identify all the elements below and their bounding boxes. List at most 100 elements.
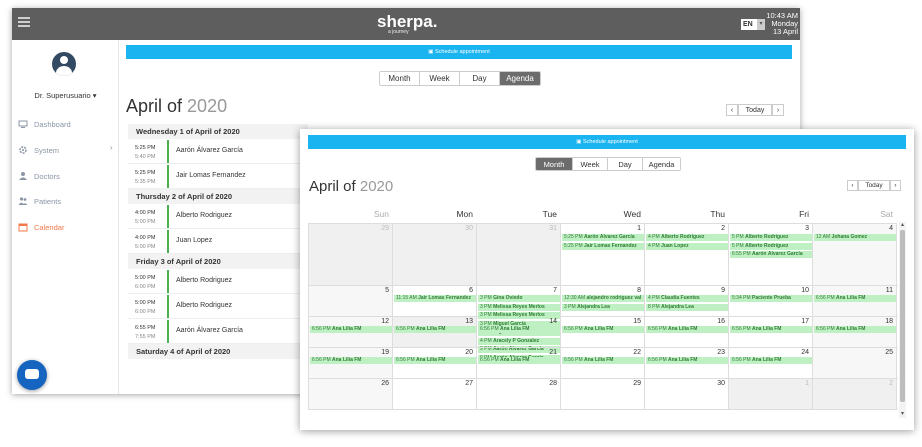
calendar-day-cell[interactable]: 5 [309, 286, 393, 316]
calendar-event[interactable]: 6:56 PM Ana Lilia FM [562, 326, 644, 333]
calendar-day-cell[interactable]: 16 6:56 PM Ana Lilia FM [645, 317, 729, 347]
view-agenda-button[interactable]: Agenda [643, 158, 680, 170]
day-number[interactable]: 3 [805, 225, 809, 232]
calendar-day-cell[interactable]: 25 [813, 348, 897, 378]
calendar-day-cell[interactable]: 15 6:56 PM Ana Lilia FM [561, 317, 645, 347]
day-number[interactable]: 30 [465, 225, 473, 232]
today-button[interactable]: Today [738, 104, 772, 116]
agenda-event[interactable]: 4:00 PM 5:00 PM Juan Lopez [128, 229, 308, 254]
schedule-appointment-button[interactable]: ▣ Schedule appointment [126, 45, 792, 59]
agenda-event[interactable]: 5:25 PM 5:35 PM Jair Lomas Fernandez [128, 164, 308, 189]
calendar-event[interactable]: 6:56 PM Ana Lilia FM [478, 326, 560, 333]
prev-button[interactable]: ‹ [726, 104, 738, 116]
calendar-event[interactable]: 12:30 AM alejandro rodriguez val [562, 295, 644, 302]
day-number[interactable]: 27 [465, 380, 473, 387]
calendar-day-cell[interactable]: 10 5:34 PM Paciente Prueba [729, 286, 813, 316]
day-number[interactable]: 11 [886, 287, 893, 294]
sidebar-item-system[interactable]: System › [18, 143, 119, 157]
calendar-event[interactable]: 6:56 PM Ana Lilia FM [478, 357, 560, 364]
calendar-day-cell[interactable]: 73 PM Gina Oviedo 3 PM Melissa Reyes Merl… [477, 286, 561, 362]
view-day-button[interactable]: Day [460, 72, 500, 85]
day-number[interactable]: 14 [549, 318, 557, 325]
view-month-button[interactable]: Month [380, 72, 420, 85]
day-number[interactable]: 5 [385, 287, 389, 294]
sidebar-item-dashboard[interactable]: Dashboard [18, 117, 71, 131]
day-number[interactable]: 19 [381, 349, 389, 356]
calendar-day-cell[interactable]: 30 [645, 379, 729, 409]
calendar-event[interactable]: 5 PM Alberto Rodriguez [730, 242, 812, 250]
day-number[interactable]: 29 [633, 380, 641, 387]
day-number[interactable]: 8 [637, 287, 641, 294]
agenda-event[interactable]: 4:00 PM 5:00 PM Alberto Rodriguez [128, 204, 308, 229]
calendar-event[interactable]: 4 PM Alberto Rodriguez [646, 234, 728, 241]
next-button[interactable]: › [772, 104, 784, 116]
day-number[interactable]: 31 [549, 225, 557, 232]
chat-bubble-icon[interactable] [17, 360, 47, 390]
calendar-event[interactable]: 6:56 PM Ana Lilia FM [646, 326, 728, 333]
calendar-day-cell[interactable]: 2 4 PM Alberto Rodriguez 4 PM Juan Lopez [645, 224, 729, 285]
next-button[interactable]: › [890, 180, 901, 191]
calendar-day-cell[interactable]: 31 [477, 224, 561, 285]
calendar-event[interactable]: 6:56 PM Ana Lilia FM [814, 326, 896, 333]
day-number[interactable]: 21 [549, 349, 557, 356]
calendar-day-cell[interactable]: 28 [477, 379, 561, 409]
day-number[interactable]: 7 [553, 287, 557, 294]
today-button[interactable]: Today [858, 180, 890, 191]
calendar-day-cell[interactable]: 13 6:56 PM Ana Lilia FM [393, 317, 477, 347]
calendar-event[interactable]: 6:56 PM Ana Lilia FM [394, 357, 476, 364]
calendar-day-cell[interactable]: 3 5 PM Alberto Rodriguez 5 PM Alberto Rodr… [729, 224, 813, 285]
sidebar-item-patients[interactable]: Patients [18, 194, 61, 208]
day-number[interactable]: 29 [381, 225, 389, 232]
calendar-event[interactable]: 6:56 PM Ana Lilia FM [562, 357, 644, 364]
day-number[interactable]: 10 [801, 287, 809, 294]
calendar-event[interactable]: 3 PM Gina Oviedo [478, 295, 560, 302]
agenda-event[interactable]: 5:25 PM 5:40 PM Aarón Álvarez García [128, 139, 308, 164]
calendar-day-cell[interactable]: 30 [393, 224, 477, 285]
scroll-down-icon[interactable]: ▾ [899, 411, 906, 418]
prev-button[interactable]: ‹ [847, 180, 858, 191]
calendar-day-cell[interactable]: 19 6:56 PM Ana Lilia FM [309, 348, 393, 378]
calendar-event[interactable]: 6:56 PM Ana Lilia FM [646, 357, 728, 364]
calendar-day-cell[interactable]: 1 [729, 379, 813, 409]
calendar-event[interactable]: 4 PM Juan Lopez [646, 242, 728, 250]
sidebar-item-doctors[interactable]: Doctors [18, 169, 60, 183]
day-number[interactable]: 20 [465, 349, 473, 356]
view-agenda-button[interactable]: Agenda [500, 72, 540, 85]
avatar[interactable] [52, 52, 76, 76]
day-number[interactable]: 24 [801, 349, 809, 356]
calendar-day-cell[interactable]: 27 [393, 379, 477, 409]
calendar-event[interactable]: 5 PM Alberto Rodriguez [730, 234, 812, 241]
day-number[interactable]: 2 [889, 380, 893, 387]
hamburger-menu-icon[interactable] [18, 17, 30, 27]
view-week-button[interactable]: Week [420, 72, 460, 85]
agenda-event[interactable]: 5:00 PM 6:00 PM Alberto Rodriguez [128, 294, 308, 319]
view-day-button[interactable]: Day [608, 158, 643, 170]
calendar-event[interactable]: 5:25 PM Jair Lomas Fernandez [562, 242, 644, 250]
calendar-day-cell[interactable]: 8 12:30 AM alejandro rodriguez val 3 PM Al… [561, 286, 645, 316]
agenda-event[interactable]: 5:00 PM 6:00 PM Alberto Rodriguez [128, 269, 308, 294]
calendar-event[interactable]: 6:56 PM Ana Lilia FM [310, 357, 392, 364]
calendar-day-cell[interactable]: 6 11:15 AM Jair Lomas Fernandez [393, 286, 477, 316]
calendar-day-cell[interactable]: 21 6:56 PM Ana Lilia FM [477, 348, 561, 378]
view-month-button[interactable]: Month [536, 158, 573, 170]
calendar-event[interactable]: 5:25 PM Aarón Álvarez García [562, 234, 644, 241]
calendar-day-cell[interactable]: 14 6:56 PM Ana Lilia FM [477, 317, 561, 347]
calendar-event[interactable]: 6:56 PM Ana Lilia FM [730, 357, 812, 364]
day-number[interactable]: 17 [801, 318, 809, 325]
scroll-thumb[interactable] [900, 230, 905, 402]
agenda-event[interactable]: 6:55 PM 7:55 PM Aarón Álvarez García [128, 319, 308, 344]
calendar-event[interactable]: 6:55 PM Aarón Álvarez García [730, 251, 812, 258]
day-number[interactable]: 26 [381, 380, 389, 387]
day-number[interactable]: 9 [721, 287, 725, 294]
view-week-button[interactable]: Week [573, 158, 608, 170]
calendar-day-cell[interactable]: 29 [309, 224, 393, 285]
calendar-event[interactable]: 6:56 PM Ana Lilia FM [730, 326, 812, 333]
day-number[interactable]: 4 [889, 225, 893, 232]
day-number[interactable]: 12 [381, 318, 389, 325]
calendar-event[interactable]: 5:34 PM Paciente Prueba [730, 295, 812, 302]
day-number[interactable]: 22 [633, 349, 641, 356]
day-number[interactable]: 2 [721, 225, 725, 232]
day-number[interactable]: 13 [465, 318, 473, 325]
calendar-event[interactable]: 8 PM Alejandra Lea [646, 303, 728, 311]
sidebar-item-calendar[interactable]: Calendar [18, 220, 64, 234]
